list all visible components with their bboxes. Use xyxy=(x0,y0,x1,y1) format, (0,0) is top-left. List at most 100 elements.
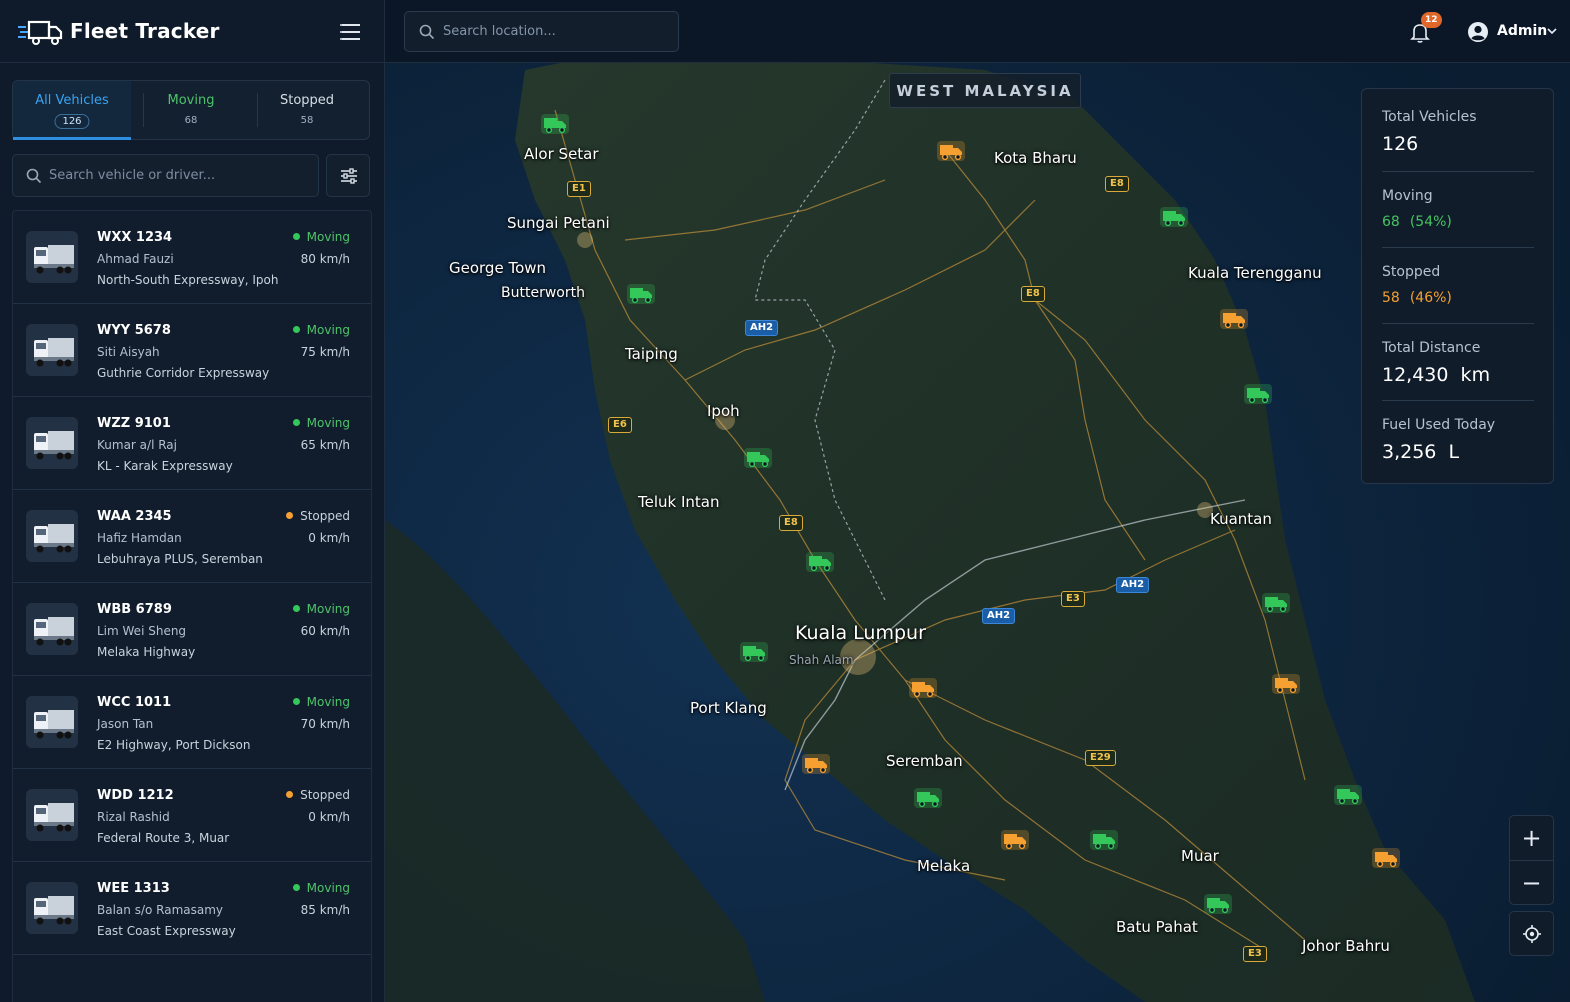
status-dot xyxy=(292,326,300,333)
city-label: Melaka xyxy=(917,857,971,875)
stopped-truck-marker[interactable] xyxy=(1219,308,1249,330)
moving-truck-marker[interactable] xyxy=(805,551,835,573)
vehicle-list-item[interactable]: WBB 6789 Lim Wei Sheng Melaka Highway Movin… xyxy=(13,583,371,676)
stat-label: Fuel Used Today xyxy=(1382,417,1496,433)
moving-truck-marker[interactable] xyxy=(626,283,656,305)
vehicle-plate: WZZ 9101 xyxy=(97,416,171,431)
city-label: Sungai Petani xyxy=(507,214,610,232)
city-label: Ipoh xyxy=(707,402,740,420)
city-label: Kuala Terengganu xyxy=(1188,264,1322,282)
stopped-truck-marker[interactable] xyxy=(801,753,831,775)
divider xyxy=(1382,400,1534,401)
hamburger-menu-icon[interactable] xyxy=(338,20,364,44)
vehicle-list-item[interactable]: WAA 2345 Hafiz Hamdan Lebuhraya PLUS, Sere… xyxy=(13,490,371,583)
filter-button[interactable] xyxy=(326,154,370,197)
city-label: Seremban xyxy=(886,752,963,770)
moving-truck-marker[interactable] xyxy=(1159,206,1189,228)
vehicle-location: Melaka Highway xyxy=(97,645,196,659)
vehicle-list: WXX 1234 Ahmad Fauzi North-South Expresswa… xyxy=(12,210,372,1002)
stopped-truck-marker[interactable] xyxy=(908,677,938,699)
stat-total-distance: Total Distance 12,430 km xyxy=(1382,340,1534,386)
vehicle-list-item[interactable]: WZZ 9101 Kumar a/l Raj KL - Karak Expressw… xyxy=(13,397,371,490)
truck-thumbnail xyxy=(26,510,78,562)
vehicle-list-item[interactable]: WYY 5678 Siti Aisyah Guthrie Corridor Expr… xyxy=(13,304,371,397)
vehicle-plate: WCC 1011 xyxy=(97,695,172,710)
road-shield: AH2 xyxy=(982,608,1016,624)
truck-logo-icon xyxy=(18,20,63,45)
driver-name: Ahmad Fauzi xyxy=(97,252,174,266)
city-label: Batu Pahat xyxy=(1116,918,1198,936)
divider xyxy=(1382,171,1534,172)
road-shield: E6 xyxy=(608,417,632,433)
vehicle-list-item[interactable]: WCC 1011 Jason Tan E2 Highway, Port Dickso… xyxy=(13,676,371,769)
status-dot xyxy=(292,884,300,891)
sidebar: Fleet Tracker All Vehicles 126 Moving 68… xyxy=(0,0,385,1002)
zoom-out-button[interactable]: − xyxy=(1510,861,1553,905)
locate-me-button[interactable] xyxy=(1509,911,1554,956)
stat-value: 126 xyxy=(1382,133,1419,155)
truck-thumbnail xyxy=(26,603,78,655)
moving-truck-marker[interactable] xyxy=(1243,383,1273,405)
tab-moving[interactable]: Moving 68 xyxy=(132,81,250,139)
tab-label: All Vehicles xyxy=(35,93,109,108)
moving-truck-marker[interactable] xyxy=(739,641,769,663)
status-dot xyxy=(292,698,300,705)
moving-truck-marker[interactable] xyxy=(913,787,943,809)
user-avatar-icon xyxy=(1468,22,1488,42)
stopped-truck-marker[interactable] xyxy=(936,140,966,162)
vehicle-list-item[interactable]: WXX 1234 Ahmad Fauzi North-South Expresswa… xyxy=(13,211,371,304)
moving-truck-marker[interactable] xyxy=(1203,893,1233,915)
stopped-truck-marker[interactable] xyxy=(1000,829,1030,851)
driver-name: Siti Aisyah xyxy=(97,345,160,359)
moving-truck-marker[interactable] xyxy=(1261,592,1291,614)
vehicle-plate: WEE 1313 xyxy=(97,881,170,896)
city-label: George Town xyxy=(449,259,547,277)
zoom-in-button[interactable]: + xyxy=(1510,816,1553,860)
vehicle-speed: 70 km/h xyxy=(300,717,350,731)
moving-truck-marker[interactable] xyxy=(743,447,773,469)
vehicle-search xyxy=(12,154,319,197)
tab-all-vehicles[interactable]: All Vehicles 126 xyxy=(13,81,131,140)
vehicle-location: KL - Karak Expressway xyxy=(97,459,233,473)
stat-total-vehicles: Total Vehicles 126 xyxy=(1382,109,1534,155)
vehicle-speed: 80 km/h xyxy=(300,252,350,266)
status-badge: Moving xyxy=(292,602,350,616)
status-badge: Moving xyxy=(292,881,350,895)
truck-thumbnail xyxy=(26,417,78,469)
app-title: Fleet Tracker xyxy=(70,19,220,43)
vehicle-location: E2 Highway, Port Dickson xyxy=(97,738,251,752)
vehicle-plate: WDD 1212 xyxy=(97,788,174,803)
stopped-count: 58 xyxy=(1382,290,1400,306)
chevron-down-icon xyxy=(1547,28,1557,35)
vehicle-list-item[interactable]: WDD 1212 Rizal Rashid Federal Route 3, Mua… xyxy=(13,769,371,862)
vehicle-plate: WAA 2345 xyxy=(97,509,172,524)
user-name: Admin xyxy=(1497,23,1548,39)
truck-thumbnail xyxy=(26,789,78,841)
tab-label: Moving xyxy=(167,93,215,108)
moving-truck-marker[interactable] xyxy=(1333,784,1363,806)
status-badge: Stopped xyxy=(286,788,350,802)
vehicle-speed: 60 km/h xyxy=(300,624,350,638)
location-search-input[interactable] xyxy=(443,12,673,51)
stat-stopped: Stopped 58 (46%) xyxy=(1382,264,1534,306)
status-text: Moving xyxy=(306,416,350,430)
vehicle-plate: WXX 1234 xyxy=(97,230,173,245)
notification-badge: 12 xyxy=(1421,12,1442,28)
moving-truck-marker[interactable] xyxy=(540,113,570,135)
status-text: Moving xyxy=(306,230,350,244)
vehicle-speed: 0 km/h xyxy=(308,810,350,824)
stat-fuel-used: Fuel Used Today 3,256 L xyxy=(1382,417,1534,463)
count-badge: 126 xyxy=(54,114,90,129)
vehicle-search-input[interactable] xyxy=(49,155,309,196)
tab-stopped[interactable]: Stopped 58 xyxy=(245,81,369,139)
status-text: Moving xyxy=(306,695,350,709)
tab-label: Stopped xyxy=(279,93,335,108)
notifications-button[interactable]: 12 xyxy=(1408,12,1442,46)
stopped-truck-marker[interactable] xyxy=(1271,673,1301,695)
truck-thumbnail xyxy=(26,882,78,934)
moving-truck-marker[interactable] xyxy=(1089,829,1119,851)
moving-count: 68 xyxy=(1382,214,1400,230)
stopped-truck-marker[interactable] xyxy=(1371,847,1401,869)
count-badge: 58 xyxy=(300,115,314,126)
vehicle-list-item[interactable]: WEE 1313 Balan s/o Ramasamy East Coast Exp… xyxy=(13,862,371,955)
